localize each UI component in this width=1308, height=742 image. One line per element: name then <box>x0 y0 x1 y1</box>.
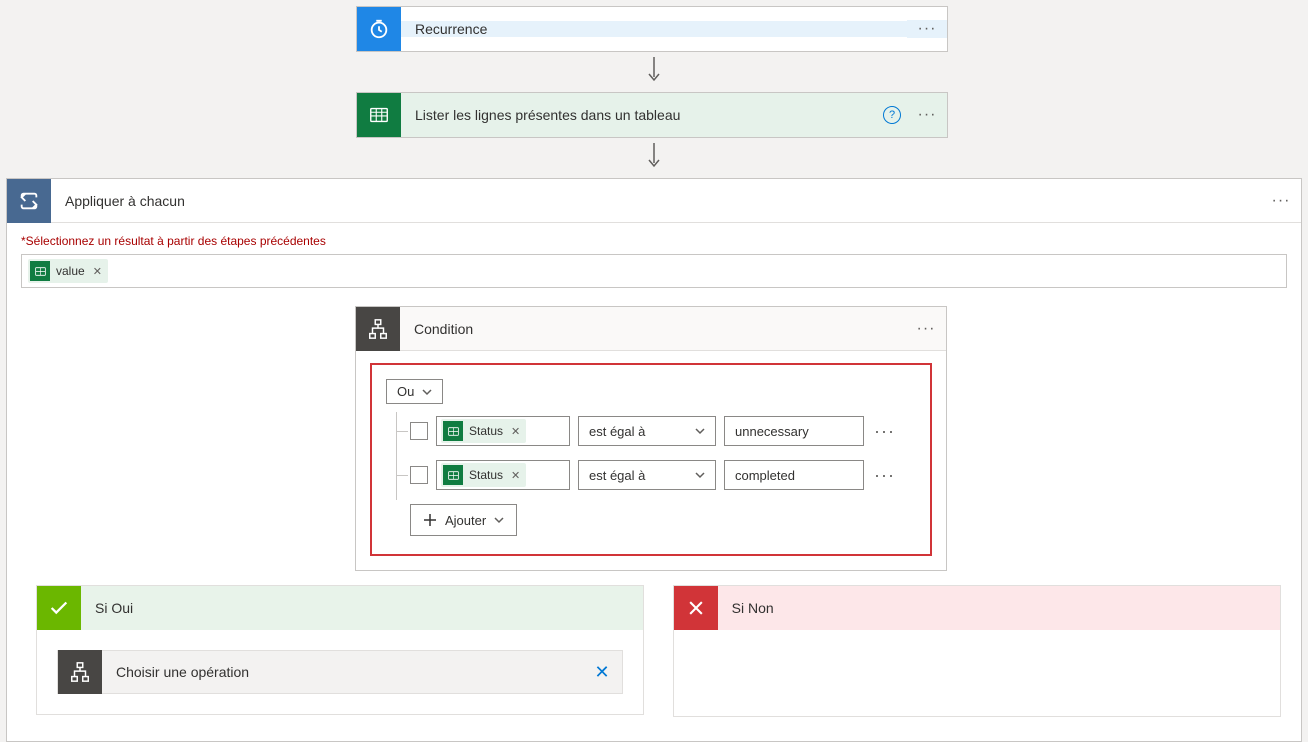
excel-icon <box>443 421 463 441</box>
chevron-down-icon <box>695 426 705 436</box>
list-rows-menu-button[interactable]: ··· <box>907 106 947 124</box>
trigger-card[interactable]: Recurrence ··· <box>356 6 948 52</box>
flow-arrow-icon <box>644 56 664 82</box>
check-icon <box>37 586 81 630</box>
condition-title: Condition <box>400 321 906 337</box>
chevron-down-icon <box>422 387 432 397</box>
excel-icon <box>443 465 463 485</box>
group-operator-dropdown[interactable]: Ou <box>386 379 443 404</box>
token-remove-icon[interactable]: ✕ <box>511 469 520 482</box>
row-checkbox[interactable] <box>410 466 428 484</box>
chevron-down-icon <box>494 515 504 525</box>
condition-row: Status ✕ est égal à completed <box>386 460 912 490</box>
row-menu-button[interactable]: ··· <box>872 465 897 486</box>
trigger-title: Recurrence <box>401 21 907 37</box>
if-yes-title: Si Oui <box>81 600 147 616</box>
row-checkbox[interactable] <box>410 422 428 440</box>
list-rows-card[interactable]: Lister les lignes présentes dans un tabl… <box>356 92 948 138</box>
token-remove-icon[interactable]: ✕ <box>93 265 102 278</box>
value-input[interactable]: unnecessary <box>724 416 864 446</box>
choose-operation-title: Choisir une opération <box>102 664 582 680</box>
condition-field-input[interactable]: Status ✕ <box>436 460 570 490</box>
if-no-title: Si Non <box>718 600 788 616</box>
select-output-label: *Sélectionnez un résultat à partir des é… <box>21 233 1287 248</box>
choose-operation-card[interactable]: Choisir une opération ✕ <box>57 650 623 694</box>
select-output-input[interactable]: value ✕ <box>21 254 1287 288</box>
condition-icon <box>58 650 102 694</box>
condition-highlight-frame: Ou <box>370 363 932 556</box>
loop-icon <box>7 179 51 223</box>
condition-header[interactable]: Condition ··· <box>356 307 946 351</box>
token-label: value <box>56 264 85 278</box>
value-input[interactable]: completed <box>724 460 864 490</box>
close-icon <box>674 586 718 630</box>
condition-menu-button[interactable]: ··· <box>906 320 946 338</box>
excel-icon <box>357 93 401 137</box>
row-menu-button[interactable]: ··· <box>872 421 897 442</box>
token-value[interactable]: value ✕ <box>28 259 108 283</box>
operator-dropdown[interactable]: est égal à <box>578 416 716 446</box>
operator-dropdown[interactable]: est égal à <box>578 460 716 490</box>
chevron-down-icon <box>695 470 705 480</box>
condition-field-input[interactable]: Status ✕ <box>436 416 570 446</box>
token-status[interactable]: Status ✕ <box>441 463 526 487</box>
token-remove-icon[interactable]: ✕ <box>511 425 520 438</box>
apply-to-each-menu-button[interactable]: ··· <box>1261 192 1301 210</box>
add-condition-button[interactable]: Ajouter <box>410 504 517 536</box>
recurrence-icon <box>357 7 401 51</box>
condition-card: Condition ··· Ou <box>355 306 947 571</box>
help-icon[interactable]: ? <box>883 106 901 124</box>
trigger-menu-button[interactable]: ··· <box>907 20 947 38</box>
condition-row: Status ✕ est égal à unnecessary <box>386 416 912 446</box>
excel-icon <box>30 261 50 281</box>
if-yes-branch: Si Oui Choisir une opération <box>36 585 644 715</box>
close-icon[interactable]: ✕ <box>582 662 622 683</box>
if-no-branch: Si Non <box>673 585 1281 717</box>
condition-icon <box>356 307 400 351</box>
apply-to-each-container: Appliquer à chacun ··· *Sélectionnez un … <box>6 178 1302 742</box>
flow-arrow-icon <box>644 142 664 168</box>
token-status[interactable]: Status ✕ <box>441 419 526 443</box>
list-rows-title: Lister les lignes présentes dans un tabl… <box>401 107 883 123</box>
apply-to-each-title: Appliquer à chacun <box>51 193 1261 209</box>
apply-to-each-header[interactable]: Appliquer à chacun ··· <box>7 179 1301 223</box>
